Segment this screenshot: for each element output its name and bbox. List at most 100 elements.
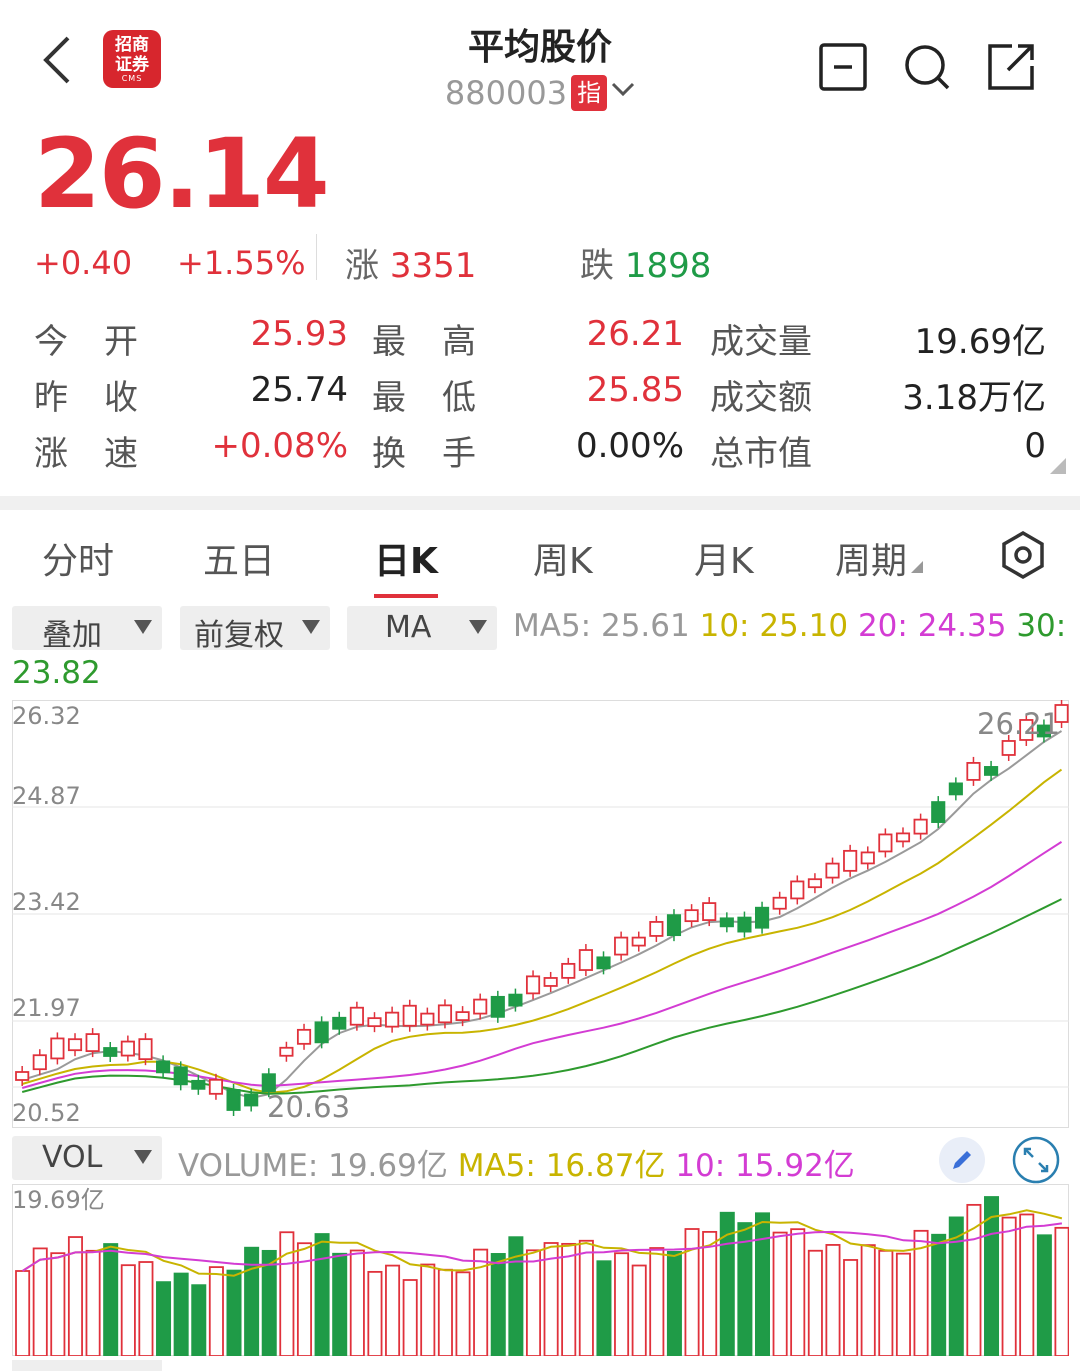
dropdown-arrow-icon [134, 620, 152, 634]
low-label: 最低 [372, 378, 512, 418]
vol-indicator-dropdown[interactable]: VOL [12, 1136, 162, 1180]
adjust-label: 前复权 [194, 618, 284, 653]
stats-row-2: 昨收 25.74 最低 25.85 成交额 3.18万亿 [0, 370, 1080, 426]
speed-value: +0.08% [211, 426, 349, 466]
candle [332, 1016, 347, 1030]
volume-label: 成交量 [710, 322, 812, 362]
candle [948, 782, 963, 796]
bottom-tab-stub [12, 1360, 162, 1371]
tab-period-label: 周期 [835, 541, 908, 582]
tab-monthly-k[interactable]: 月K [694, 532, 754, 584]
volume-bar [755, 1212, 771, 1356]
volume-bar [208, 1266, 224, 1356]
candle [878, 833, 893, 853]
ma30-label: 30: [1016, 608, 1067, 644]
candle [966, 762, 981, 781]
vol-indicator-label: VOL [42, 1140, 103, 1175]
ma-line-2 [21, 841, 1063, 1089]
ma30-value: 23.82 [12, 655, 101, 691]
candle [913, 818, 928, 835]
ma20-value: 20: 24.35 [857, 608, 1007, 644]
tab-weekly-k[interactable]: 周K [533, 532, 593, 584]
volume-bar [261, 1249, 277, 1356]
overlay-dropdown[interactable]: 叠加 [12, 606, 162, 653]
candle [843, 849, 858, 872]
candle [543, 977, 558, 987]
back-arrow-icon[interactable] [38, 30, 78, 90]
indicator-dropdown[interactable]: MA [347, 606, 497, 650]
candle [455, 1011, 470, 1022]
price-change: +0.40 [34, 244, 133, 282]
turnover-value: 0.00% [575, 426, 684, 466]
overlay-label: 叠加 [42, 618, 102, 653]
volume-ma5: MA5: 16.87亿 [457, 1148, 666, 1184]
low-marker: 20.63 [267, 1090, 350, 1124]
settings-hexagon-icon[interactable] [998, 530, 1048, 580]
amount-label: 成交额 [710, 378, 812, 418]
candle [296, 1028, 312, 1045]
volume-bars [15, 1196, 1069, 1356]
candle [684, 909, 699, 923]
candle [473, 998, 488, 1015]
tab-intraday[interactable]: 分时 [42, 532, 114, 584]
volume-bar [279, 1231, 295, 1356]
volume-bar [702, 1230, 718, 1356]
candlestick-chart[interactable]: 26.32 24.87 23.42 21.97 20.52 26.21 20.6… [12, 700, 1069, 1128]
dropdown-arrow-icon [469, 620, 487, 634]
volume-bar [1036, 1234, 1052, 1356]
volume-bar [173, 1272, 189, 1356]
volume-current: VOLUME: 19.69亿 [178, 1148, 448, 1184]
stock-code-selector[interactable]: 880003 指 [340, 74, 740, 112]
candle [67, 1038, 83, 1052]
candle [1001, 740, 1016, 756]
candle [437, 1004, 453, 1024]
tab-five-day[interactable]: 五日 [203, 532, 275, 584]
candle [737, 916, 752, 933]
ma-line-1 [21, 768, 1063, 1094]
advancers: 涨 3351 [345, 238, 476, 287]
candle [860, 851, 875, 865]
candle [719, 917, 734, 928]
candle [508, 993, 523, 1007]
volume-bar [878, 1249, 894, 1356]
volume-bar [226, 1269, 242, 1356]
volume-bar [455, 1271, 471, 1356]
candle [578, 949, 593, 971]
adjust-dropdown[interactable]: 前复权 [180, 606, 330, 653]
volume-bar [103, 1243, 119, 1356]
volume-bar [402, 1279, 418, 1356]
current-price: 26.14 [34, 118, 330, 230]
candle [755, 906, 770, 929]
volume-bar [349, 1249, 365, 1356]
divider [316, 234, 317, 280]
share-icon[interactable] [986, 42, 1036, 92]
decliners-count: 1898 [624, 246, 712, 286]
volume-bar [525, 1249, 541, 1356]
fullscreen-expand-icon[interactable] [1012, 1136, 1060, 1184]
volume-bar [120, 1264, 136, 1356]
y-axis-tick: 24.87 [12, 782, 81, 810]
search-icon[interactable] [902, 42, 952, 92]
volume-bar [1019, 1213, 1035, 1356]
candle [807, 878, 822, 889]
minimize-window-icon[interactable] [818, 42, 868, 92]
candles [15, 700, 1069, 1116]
volume-chart[interactable]: 19.69亿 [12, 1184, 1069, 1356]
expand-corner-icon[interactable] [1050, 458, 1066, 474]
index-badge: 指 [571, 75, 608, 111]
volume-bar [631, 1264, 647, 1356]
y-axis-tick: 23.42 [12, 888, 81, 916]
edit-pencil-icon[interactable] [938, 1136, 986, 1184]
tab-daily-k[interactable]: 日K [374, 532, 438, 598]
period-tabs: 分时 五日 日K 周K 月K 周期 [0, 520, 1080, 598]
volume-bar [437, 1268, 453, 1356]
speed-label: 涨速 [34, 434, 174, 474]
candle [402, 1004, 417, 1027]
candle [702, 902, 717, 921]
turnover-label: 换手 [372, 434, 512, 474]
candle [984, 766, 999, 776]
volume-bar [614, 1252, 630, 1356]
candle [349, 1006, 364, 1026]
candle [790, 880, 805, 900]
tab-period[interactable]: 周期 [835, 532, 924, 584]
